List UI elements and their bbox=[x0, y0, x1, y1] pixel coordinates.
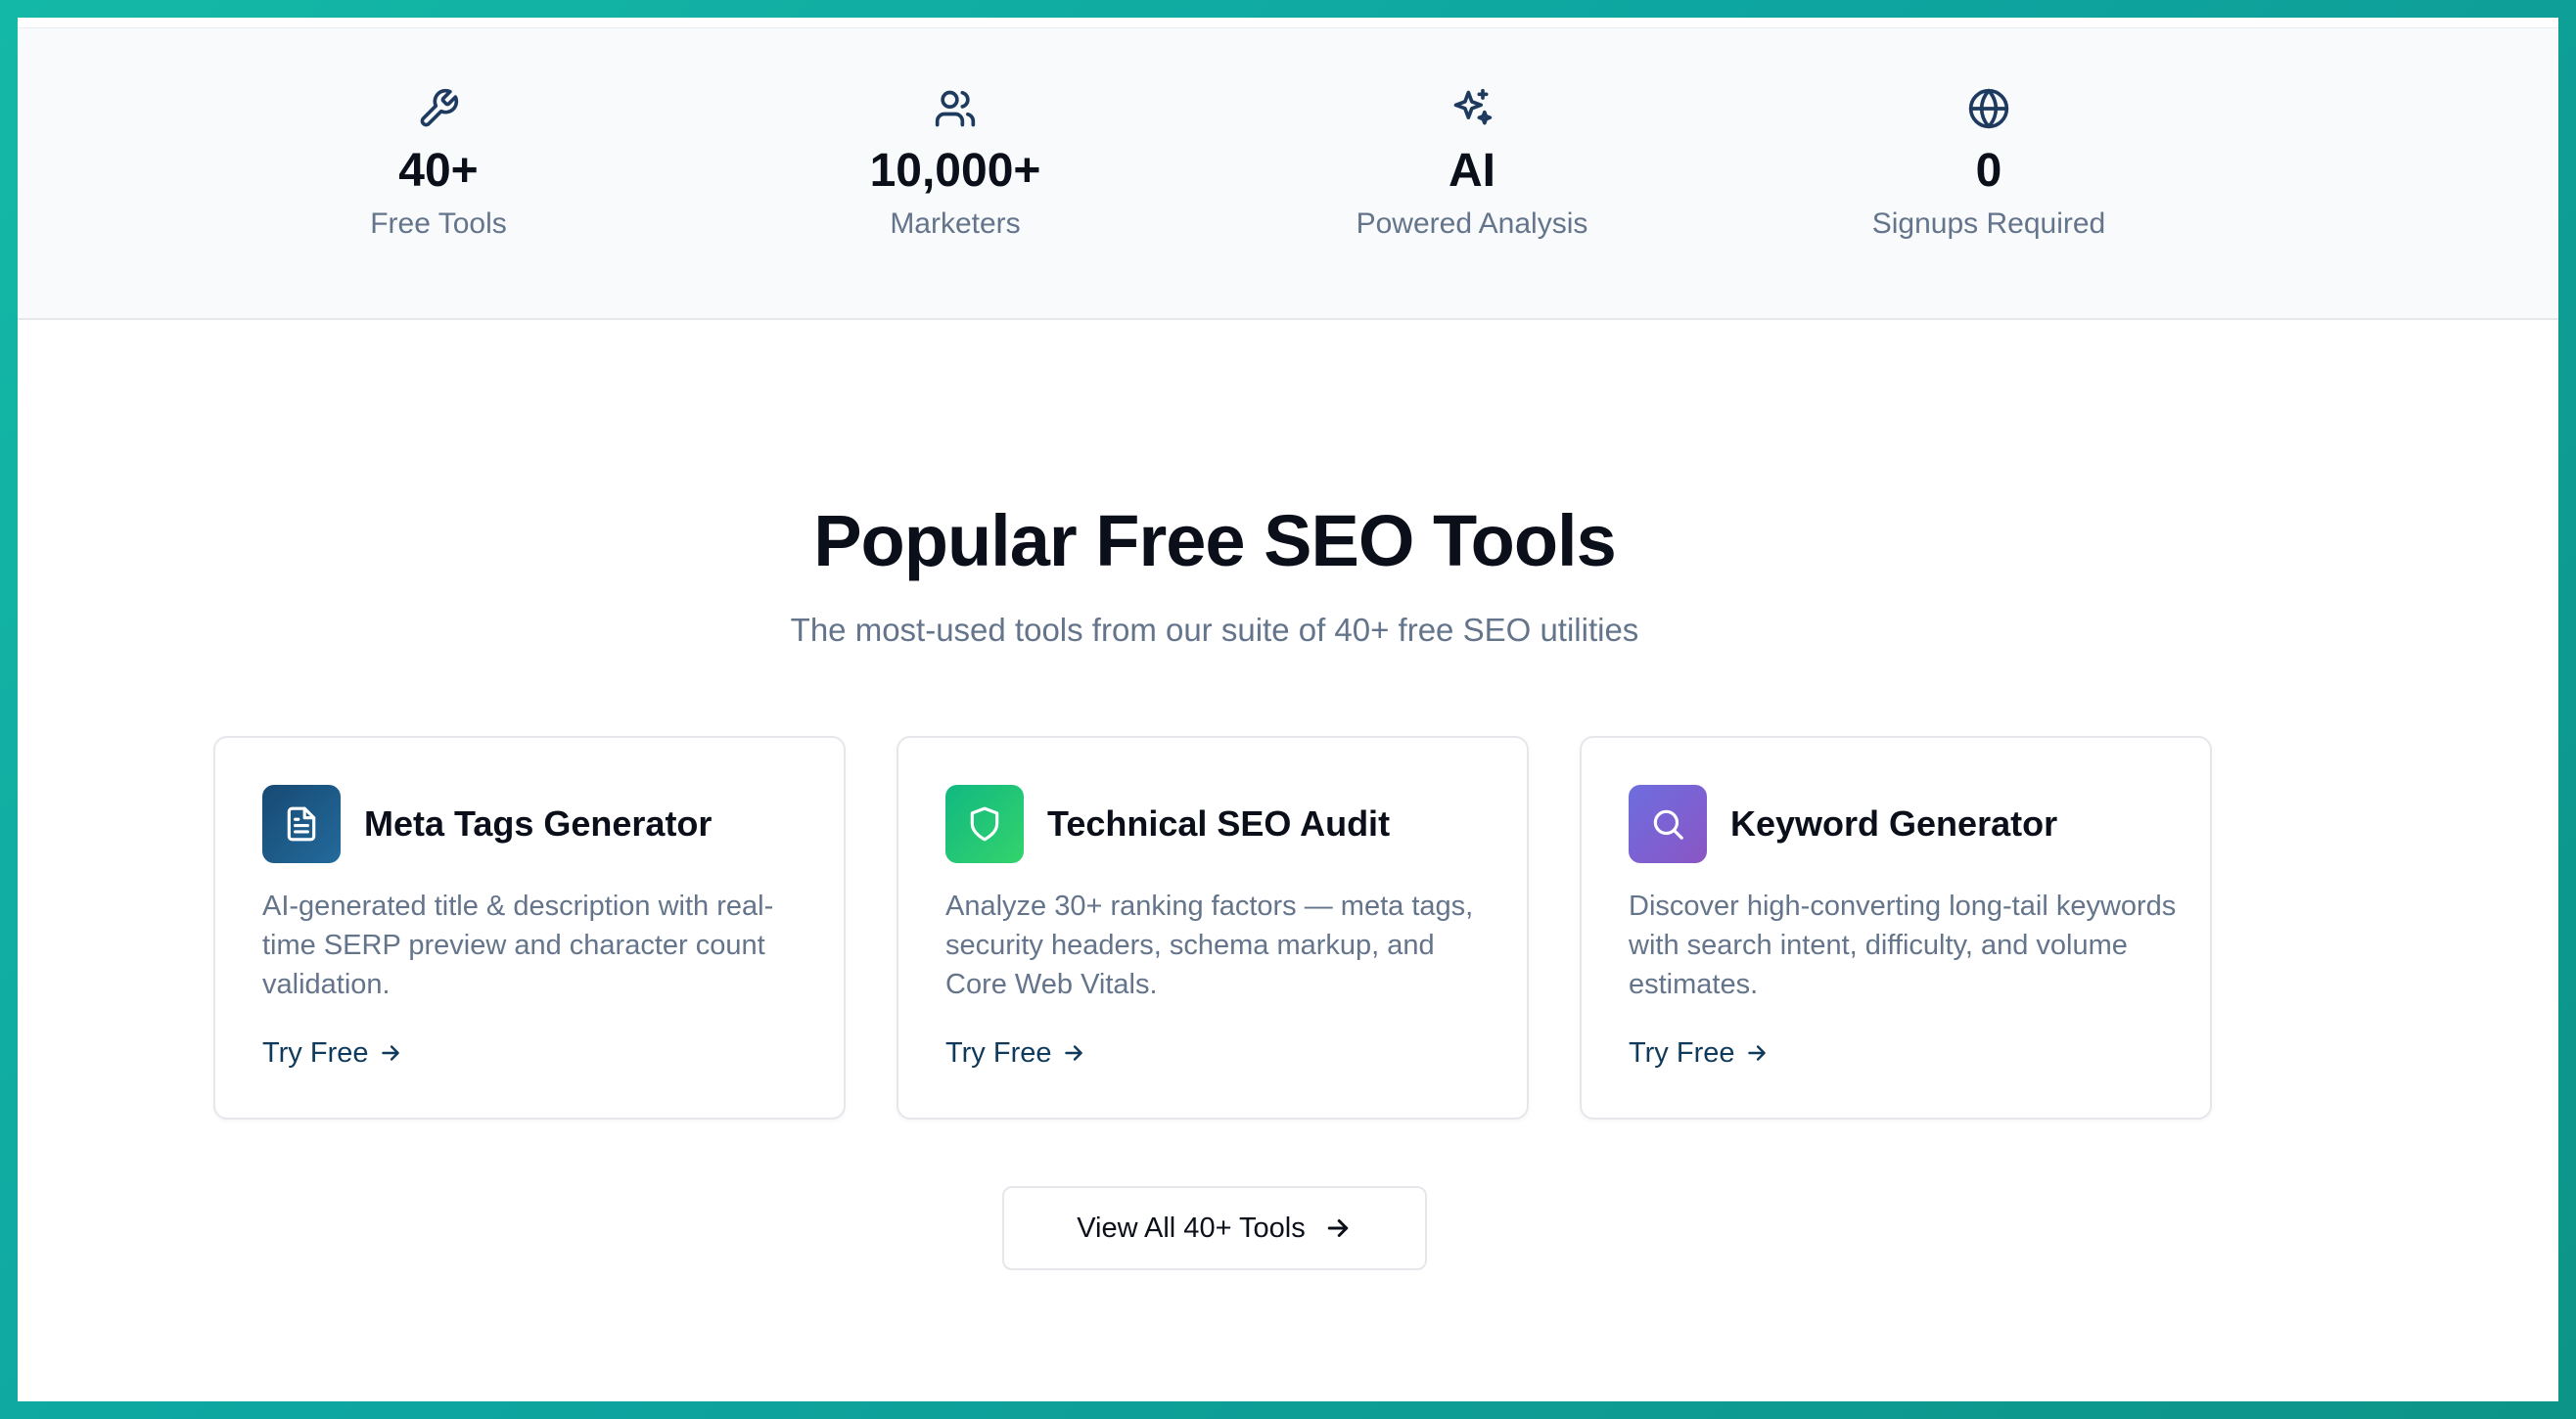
sparkles-icon bbox=[1450, 87, 1494, 130]
tool-card-description: AI-generated title & description with re… bbox=[262, 891, 774, 1000]
stat-marketers: 10,000+ Marketers bbox=[759, 28, 1151, 244]
search-icon bbox=[1629, 785, 1707, 863]
users-icon bbox=[934, 87, 977, 130]
stat-value: AI bbox=[1449, 145, 1495, 197]
tool-card-description: Discover high-converting long-tail keywo… bbox=[1629, 891, 2177, 1000]
stat-label: Marketers bbox=[890, 207, 1021, 240]
tool-card-title: Keyword Generator bbox=[1730, 803, 2058, 844]
stat-value: 40+ bbox=[398, 145, 479, 197]
tool-card-description: Analyze 30+ ranking factors — meta tags,… bbox=[945, 891, 1474, 1000]
stat-ai-analysis: AI Powered Analysis bbox=[1276, 28, 1668, 244]
stat-value: 10,000+ bbox=[869, 145, 1041, 197]
view-all-tools-label: View All 40+ Tools bbox=[1077, 1212, 1306, 1244]
stat-value: 0 bbox=[1975, 145, 2002, 197]
globe-icon bbox=[1967, 87, 2010, 130]
arrow-right-icon bbox=[1748, 1045, 1767, 1061]
stats-band: 40+ Free Tools 10,000+ Marketers AI Powe… bbox=[18, 27, 2558, 320]
arrow-right-icon bbox=[1327, 1219, 1348, 1237]
tool-card-meta-tags[interactable]: Meta Tags Generator AI-generated title &… bbox=[213, 736, 846, 1120]
section-subheading: The most-used tools from our suite of 40… bbox=[790, 612, 1639, 648]
page-frame: 40+ Free Tools 10,000+ Marketers AI Powe… bbox=[18, 18, 2558, 1401]
try-free-label: Try Free bbox=[1629, 1037, 1735, 1069]
stat-label: Signups Required bbox=[1871, 207, 2106, 240]
tool-card-title: Meta Tags Generator bbox=[364, 803, 713, 844]
stat-free-tools: 40+ Free Tools bbox=[243, 28, 634, 244]
tool-card-technical-audit[interactable]: Technical SEO Audit Analyze 30+ ranking … bbox=[897, 736, 1529, 1120]
try-free-label: Try Free bbox=[945, 1037, 1052, 1069]
arrow-right-icon bbox=[1065, 1045, 1083, 1061]
stat-label: Free Tools bbox=[370, 207, 507, 240]
try-free-link[interactable]: Try Free bbox=[262, 1033, 403, 1073]
wrench-icon bbox=[417, 87, 460, 130]
tool-card-keyword-generator[interactable]: Keyword Generator Discover high-converti… bbox=[1580, 736, 2212, 1120]
try-free-link[interactable]: Try Free bbox=[945, 1033, 1086, 1073]
stat-signups: 0 Signups Required bbox=[1793, 28, 2185, 244]
try-free-label: Try Free bbox=[262, 1037, 369, 1069]
try-free-link[interactable]: Try Free bbox=[1629, 1033, 1770, 1073]
section-heading: Popular Free SEO Tools bbox=[813, 500, 1617, 581]
tool-card-title: Technical SEO Audit bbox=[1047, 803, 1391, 844]
view-all-tools-button[interactable]: View All 40+ Tools bbox=[1002, 1186, 1427, 1270]
stat-label: Powered Analysis bbox=[1356, 207, 1588, 240]
arrow-right-icon bbox=[382, 1045, 400, 1061]
shield-icon bbox=[945, 785, 1024, 863]
document-icon bbox=[262, 785, 341, 863]
